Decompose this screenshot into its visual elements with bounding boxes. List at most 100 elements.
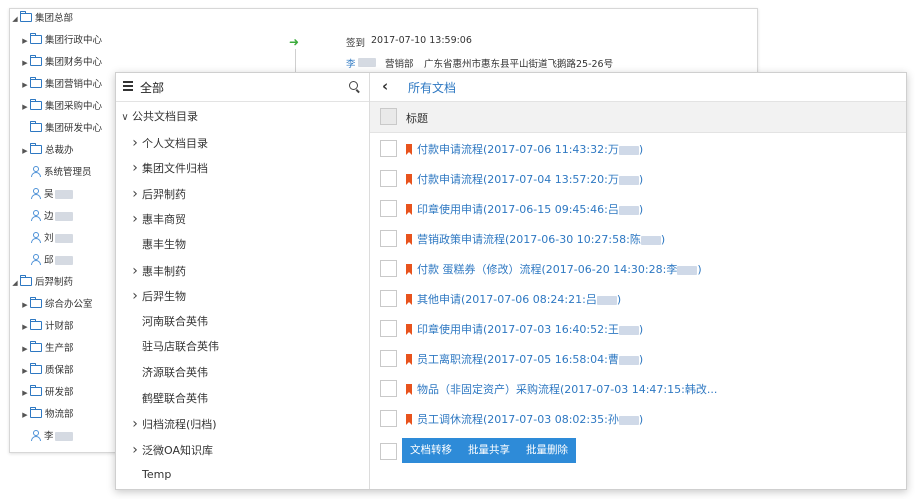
- batch-delete-button[interactable]: 批量删除: [518, 438, 576, 463]
- row-checkbox[interactable]: [380, 230, 397, 247]
- tree-user-item[interactable]: 系统管理员: [20, 162, 92, 184]
- tree-user-item[interactable]: 李: [20, 426, 73, 448]
- back-button[interactable]: ‹: [382, 77, 388, 95]
- tree-folder-item[interactable]: ▶ 集团营销中心: [20, 74, 102, 96]
- row-checkbox[interactable]: [380, 350, 397, 367]
- tree-folder-item[interactable]: ▶ 综合办公室: [20, 294, 93, 316]
- collapsed-arrow-icon[interactable]: ▶: [20, 74, 30, 96]
- folder-item[interactable]: › 泛微OA知识库: [128, 438, 213, 462]
- user-name[interactable]: 李: [346, 56, 356, 70]
- tree-folder-item[interactable]: ▶ 生产部: [20, 338, 74, 360]
- document-link[interactable]: 营销政策申请流程(2017-06-30 10:27:58:陈): [417, 231, 665, 247]
- search-icon[interactable]: [349, 81, 358, 90]
- tree-folder-item[interactable]: ▶ 总裁办: [20, 140, 74, 162]
- folder-item[interactable]: › 后羿生物: [128, 284, 186, 308]
- folder-item-label: 后羿制药: [142, 187, 186, 201]
- redacted-name: [618, 325, 639, 335]
- tree-folder-item[interactable]: ▶ 研发部: [20, 382, 74, 404]
- row-checkbox[interactable]: [380, 410, 397, 427]
- folder-item[interactable]: Temp: [128, 463, 171, 487]
- folder-item[interactable]: 驻马店联合英伟: [128, 335, 219, 359]
- row-checkbox[interactable]: [380, 140, 397, 157]
- chevron-right-icon[interactable]: ›: [128, 259, 142, 283]
- closing-paren: ): [638, 173, 644, 186]
- folder-item-label: 驻马店联合英伟: [142, 340, 219, 354]
- collapsed-arrow-icon[interactable]: ▶: [20, 294, 30, 316]
- signin-time: 2017-07-10 13:59:06: [371, 35, 472, 46]
- menu-icon[interactable]: [123, 81, 133, 93]
- tree-folder-item[interactable]: ▶ 计财部: [20, 316, 74, 338]
- transfer-button[interactable]: 文档转移: [402, 438, 460, 463]
- document-link[interactable]: 付款申请流程(2017-07-06 11:43:32:万): [417, 141, 643, 157]
- expanded-arrow-icon[interactable]: ◢: [10, 9, 20, 30]
- folder-item[interactable]: 鹤壁联合英伟: [128, 387, 208, 411]
- column-title: 标题: [406, 112, 428, 125]
- tree-item-label: 生产部: [45, 343, 74, 354]
- collapsed-arrow-icon[interactable]: ▶: [20, 360, 30, 382]
- chevron-right-icon[interactable]: ›: [128, 131, 142, 155]
- select-all-checkbox[interactable]: [380, 108, 397, 125]
- row-checkbox[interactable]: [380, 380, 397, 397]
- row-checkbox[interactable]: [380, 200, 397, 217]
- folder-item[interactable]: 河南联合英伟: [128, 310, 208, 334]
- document-link[interactable]: 物品（非固定资产）采购流程(2017-07-03 14:47:15:韩改...: [417, 381, 717, 397]
- tree-folder-item[interactable]: ▶ 质保部: [20, 360, 74, 382]
- chevron-right-icon[interactable]: ›: [128, 207, 142, 231]
- document-link[interactable]: 印章使用申请(2017-07-03 16:40:52:王): [417, 321, 643, 337]
- folder-item-label: 归档流程(归档): [142, 418, 217, 432]
- collapsed-arrow-icon[interactable]: ▶: [20, 30, 30, 52]
- folder-item[interactable]: 惠丰生物: [128, 233, 186, 257]
- signin-icon[interactable]: ➜: [289, 36, 301, 48]
- folder-item[interactable]: › 集团文件归档: [128, 156, 208, 180]
- tree-user-item[interactable]: 刘: [20, 228, 73, 250]
- folder-item[interactable]: › 惠丰商贸: [128, 207, 186, 231]
- select-all-bottom-checkbox[interactable]: [380, 443, 397, 460]
- batch-share-button[interactable]: 批量共享: [460, 438, 518, 463]
- expanded-arrow-icon[interactable]: ◢: [10, 272, 20, 294]
- tree-user-item[interactable]: 边: [20, 206, 73, 228]
- folder-item[interactable]: ∨ 公共文档目录: [118, 105, 198, 129]
- collapsed-arrow-icon[interactable]: ▶: [20, 338, 30, 360]
- tree-folder-item[interactable]: ◢ 后羿制药: [10, 272, 73, 294]
- tree-folder-item[interactable]: 集团研发中心: [20, 118, 102, 140]
- document-link[interactable]: 印章使用申请(2017-06-15 09:45:46:吕): [417, 201, 643, 217]
- folder-item[interactable]: › 归档流程(归档): [128, 412, 217, 436]
- document-title: 付款申请流程(2017-07-04 13:57:20:万: [417, 173, 619, 186]
- document-link[interactable]: 员工离职流程(2017-07-05 16:58:04:曹): [417, 351, 643, 367]
- row-checkbox[interactable]: [380, 320, 397, 337]
- tree-folder-item[interactable]: ◢ 集团总部: [10, 9, 73, 30]
- collapsed-arrow-icon[interactable]: ▶: [20, 404, 30, 426]
- chevron-down-icon[interactable]: ∨: [118, 106, 132, 130]
- document-link[interactable]: 付款 蛋糕券（修改）流程(2017-06-20 14:30:28:李): [417, 261, 702, 277]
- collapsed-arrow-icon[interactable]: ▶: [20, 140, 30, 162]
- folder-item[interactable]: › 后羿制药: [128, 182, 186, 206]
- row-checkbox[interactable]: [380, 170, 397, 187]
- bookmark-icon: [406, 384, 412, 395]
- collapsed-arrow-icon[interactable]: ▶: [20, 382, 30, 404]
- chevron-right-icon[interactable]: ›: [128, 284, 142, 308]
- tree-user-item[interactable]: 邱: [20, 250, 73, 272]
- tree-folder-item[interactable]: ▶ 物流部: [20, 404, 74, 426]
- tree-folder-item[interactable]: ▶ 集团采购中心: [20, 96, 102, 118]
- document-link[interactable]: 员工调休流程(2017-07-03 08:02:35:孙): [417, 411, 643, 427]
- collapsed-arrow-icon[interactable]: ▶: [20, 316, 30, 338]
- tree-folder-item[interactable]: ▶ 集团财务中心: [20, 52, 102, 74]
- collapsed-arrow-icon[interactable]: ▶: [20, 96, 30, 118]
- tree-folder-item[interactable]: ▶ 集团行政中心: [20, 30, 102, 52]
- tree-user-item[interactable]: 吴: [20, 184, 73, 206]
- document-link[interactable]: 其他申请(2017-07-06 08:24:21:吕): [417, 291, 621, 307]
- tree-item-label: 集团行政中心: [45, 35, 103, 46]
- folder-item[interactable]: › 惠丰制药: [128, 259, 186, 283]
- folder-item[interactable]: 济源联合英伟: [128, 361, 208, 385]
- collapsed-arrow-icon[interactable]: ▶: [20, 52, 30, 74]
- chevron-right-icon[interactable]: ›: [128, 438, 142, 462]
- row-checkbox[interactable]: [380, 290, 397, 307]
- folder-item[interactable]: › 个人文档目录: [128, 131, 208, 155]
- chevron-right-icon[interactable]: ›: [128, 156, 142, 180]
- document-row: 印章使用申请(2017-07-03 16:40:52:王): [370, 314, 906, 344]
- chevron-right-icon[interactable]: ›: [128, 182, 142, 206]
- document-link[interactable]: 付款申请流程(2017-07-04 13:57:20:万): [417, 171, 643, 187]
- row-checkbox[interactable]: [380, 260, 397, 277]
- redacted-name: [640, 235, 661, 245]
- chevron-right-icon[interactable]: ›: [128, 412, 142, 436]
